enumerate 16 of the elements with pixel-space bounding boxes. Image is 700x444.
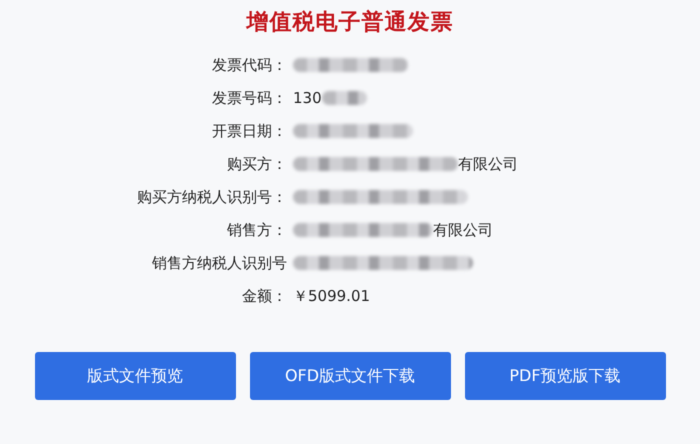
- field-value: ￥5099.01: [293, 286, 370, 307]
- field-label: 购买方纳税人识别号：: [136, 187, 288, 208]
- field-label: 发票代码：: [211, 55, 288, 76]
- field-value: 有限公司: [433, 220, 493, 241]
- action-button[interactable]: PDF预览版下载: [464, 352, 666, 400]
- action-button[interactable]: OFD版式文件下载: [250, 352, 450, 400]
- field-value: 130: [293, 88, 322, 109]
- field-label: 购买方：: [226, 154, 288, 175]
- field-label: 销售方纳税人识别号: [151, 253, 288, 274]
- invoice-title: 增值税电子普通发票: [246, 8, 454, 37]
- field-value: 有限公司: [458, 154, 518, 175]
- field-label: 销售方：: [226, 220, 288, 241]
- field-label: 开票日期：: [211, 121, 288, 142]
- field-label: 金额：: [241, 286, 288, 307]
- action-button[interactable]: 版式文件预览: [34, 352, 236, 400]
- field-label: 发票号码：: [211, 88, 288, 109]
